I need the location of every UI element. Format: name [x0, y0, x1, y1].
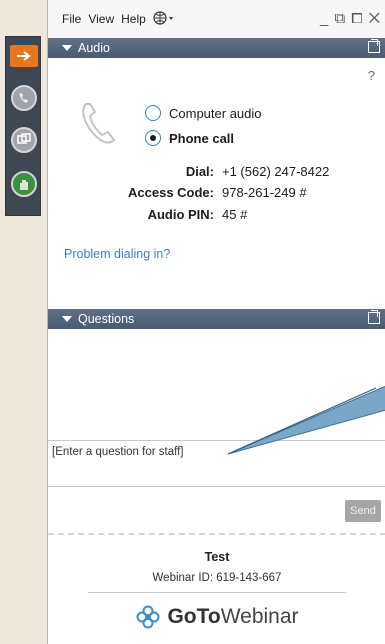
send-button[interactable]: Send	[345, 500, 381, 522]
screen-share-icon[interactable]	[11, 127, 37, 153]
dial-value: +1 (562) 247-8422	[222, 164, 330, 179]
footer-divider	[88, 592, 346, 593]
access-code-value: 978-261-249 #	[222, 185, 307, 200]
questions-header-label: Questions	[78, 312, 135, 326]
questions-section-header[interactable]: Questions	[48, 309, 385, 329]
menu-help[interactable]: Help	[121, 12, 146, 26]
globe-icon[interactable]	[153, 10, 175, 28]
audio-section-header[interactable]: Audio	[48, 38, 385, 58]
footer-separator	[48, 533, 385, 535]
phone-handset-icon	[78, 100, 118, 151]
brand-webinar: Webinar	[220, 605, 299, 628]
dial-label: Dial:	[185, 164, 214, 179]
phone-call-radio[interactable]	[145, 130, 161, 146]
webinar-id: Webinar ID: 619-143-667	[152, 572, 282, 584]
menu-bar: File View Help _ ⧉ ⧠ ✕	[48, 0, 385, 38]
computer-audio-label[interactable]: Computer audio	[169, 106, 262, 121]
audio-header-label: Audio	[78, 41, 110, 55]
window-controls[interactable]: _ ⧉ ⧠ ✕	[320, 10, 381, 27]
callout-pointer	[227, 380, 385, 461]
question-input[interactable]: [Enter a question for staff]	[52, 446, 183, 458]
gotowebinar-control-panel: File View Help _ ⧉ ⧠ ✕ Audio ? Computer …	[47, 0, 385, 644]
problem-dialing-link[interactable]: Problem dialing in?	[64, 247, 170, 261]
audio-pin-value: 45 #	[222, 207, 248, 222]
access-code-label: Access Code:	[128, 185, 214, 200]
phone-call-label[interactable]: Phone call	[169, 131, 234, 146]
popout-icon[interactable]	[368, 39, 380, 53]
flower-logo-icon	[136, 605, 160, 629]
side-toolbar	[5, 36, 41, 216]
help-question-mark[interactable]: ?	[368, 68, 375, 83]
audio-pin-label: Audio PIN:	[147, 207, 214, 222]
computer-audio-radio[interactable]	[145, 105, 161, 121]
input-divider	[48, 486, 385, 487]
webinar-title: Test	[204, 550, 230, 564]
menu-view[interactable]: View	[88, 12, 114, 26]
arrow-right-icon[interactable]	[10, 45, 38, 67]
collapse-triangle-icon	[62, 316, 72, 322]
phone-icon[interactable]	[11, 85, 37, 111]
raise-hand-icon[interactable]	[11, 171, 37, 197]
menu-file[interactable]: File	[62, 12, 81, 26]
gotowebinar-logo: GoTo Webinar	[48, 604, 385, 630]
popout-icon[interactable]	[368, 310, 380, 324]
collapse-triangle-icon	[62, 45, 72, 51]
brand-goto: GoTo	[167, 605, 221, 628]
